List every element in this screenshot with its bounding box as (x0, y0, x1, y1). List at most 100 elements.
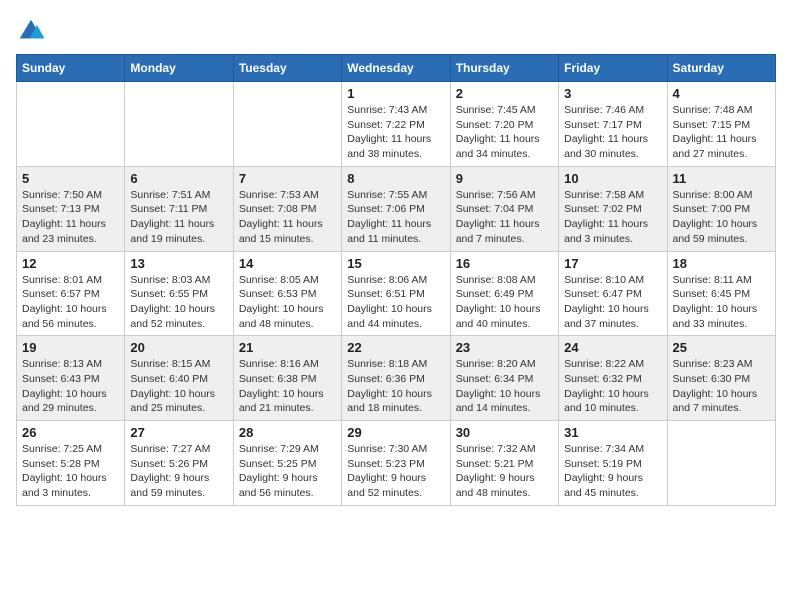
day-info: Sunrise: 7:45 AM Sunset: 7:20 PM Dayligh… (456, 103, 553, 162)
day-number: 20 (130, 340, 227, 355)
day-info: Sunrise: 7:50 AM Sunset: 7:13 PM Dayligh… (22, 188, 119, 247)
day-number: 1 (347, 86, 444, 101)
day-info: Sunrise: 8:16 AM Sunset: 6:38 PM Dayligh… (239, 357, 336, 416)
day-number: 19 (22, 340, 119, 355)
calendar-cell: 1 Sunrise: 7:43 AM Sunset: 7:22 PM Daylig… (342, 82, 450, 167)
day-number: 9 (456, 171, 553, 186)
calendar-cell: 22 Sunrise: 8:18 AM Sunset: 6:36 PM Dayli… (342, 336, 450, 421)
day-number: 23 (456, 340, 553, 355)
day-info: Sunrise: 7:46 AM Sunset: 7:17 PM Dayligh… (564, 103, 661, 162)
calendar-cell: 31Sunrise: 7:34 AM Sunset: 5:19 PM Dayli… (559, 421, 667, 506)
day-info: Sunrise: 7:53 AM Sunset: 7:08 PM Dayligh… (239, 188, 336, 247)
day-info: Sunrise: 8:10 AM Sunset: 6:47 PM Dayligh… (564, 273, 661, 332)
calendar-cell (233, 82, 341, 167)
day-number: 10 (564, 171, 661, 186)
calendar-week-row: 1 Sunrise: 7:43 AM Sunset: 7:22 PM Daylig… (17, 82, 776, 167)
calendar-cell: 8Sunrise: 7:55 AM Sunset: 7:06 PM Daylig… (342, 166, 450, 251)
day-info: Sunrise: 8:06 AM Sunset: 6:51 PM Dayligh… (347, 273, 444, 332)
day-info: Sunrise: 7:58 AM Sunset: 7:02 PM Dayligh… (564, 188, 661, 247)
day-info: Sunrise: 8:15 AM Sunset: 6:40 PM Dayligh… (130, 357, 227, 416)
calendar-week-row: 19 Sunrise: 8:13 AM Sunset: 6:43 PM Dayli… (17, 336, 776, 421)
day-of-week-thursday: Thursday (450, 55, 558, 82)
calendar-cell: 20 Sunrise: 8:15 AM Sunset: 6:40 PM Dayli… (125, 336, 233, 421)
calendar-cell: 9 Sunrise: 7:56 AM Sunset: 7:04 PM Daylig… (450, 166, 558, 251)
calendar-cell: 2 Sunrise: 7:45 AM Sunset: 7:20 PM Daylig… (450, 82, 558, 167)
day-number: 17 (564, 256, 661, 271)
calendar-cell (17, 82, 125, 167)
calendar-cell: 17 Sunrise: 8:10 AM Sunset: 6:47 PM Dayli… (559, 251, 667, 336)
day-info: Sunrise: 8:20 AM Sunset: 6:34 PM Dayligh… (456, 357, 553, 416)
day-info: Sunrise: 7:29 AM Sunset: 5:25 PM Dayligh… (239, 442, 336, 501)
day-number: 3 (564, 86, 661, 101)
calendar-cell: 10 Sunrise: 7:58 AM Sunset: 7:02 PM Dayli… (559, 166, 667, 251)
calendar-cell: 24 Sunrise: 8:22 AM Sunset: 6:32 PM Dayli… (559, 336, 667, 421)
day-number: 7 (239, 171, 336, 186)
day-number: 21 (239, 340, 336, 355)
day-number: 12 (22, 256, 119, 271)
calendar-cell (667, 421, 775, 506)
calendar-cell: 26Sunrise: 7:25 AM Sunset: 5:28 PM Dayli… (17, 421, 125, 506)
logo (16, 16, 50, 46)
calendar-header-row: SundayMondayTuesdayWednesdayThursdayFrid… (17, 55, 776, 82)
calendar-cell (125, 82, 233, 167)
day-info: Sunrise: 7:27 AM Sunset: 5:26 PM Dayligh… (130, 442, 227, 501)
day-info: Sunrise: 7:30 AM Sunset: 5:23 PM Dayligh… (347, 442, 444, 501)
day-of-week-wednesday: Wednesday (342, 55, 450, 82)
calendar-cell: 21 Sunrise: 8:16 AM Sunset: 6:38 PM Dayli… (233, 336, 341, 421)
calendar-cell: 15 Sunrise: 8:06 AM Sunset: 6:51 PM Dayli… (342, 251, 450, 336)
day-number: 15 (347, 256, 444, 271)
day-number: 4 (673, 86, 770, 101)
day-number: 30 (456, 425, 553, 440)
day-number: 26 (22, 425, 119, 440)
calendar-cell: 18Sunrise: 8:11 AM Sunset: 6:45 PM Dayli… (667, 251, 775, 336)
day-info: Sunrise: 7:51 AM Sunset: 7:11 PM Dayligh… (130, 188, 227, 247)
calendar-cell: 4 Sunrise: 7:48 AM Sunset: 7:15 PM Daylig… (667, 82, 775, 167)
day-info: Sunrise: 8:22 AM Sunset: 6:32 PM Dayligh… (564, 357, 661, 416)
day-info: Sunrise: 8:01 AM Sunset: 6:57 PM Dayligh… (22, 273, 119, 332)
day-info: Sunrise: 7:48 AM Sunset: 7:15 PM Dayligh… (673, 103, 770, 162)
day-info: Sunrise: 8:13 AM Sunset: 6:43 PM Dayligh… (22, 357, 119, 416)
day-info: Sunrise: 7:56 AM Sunset: 7:04 PM Dayligh… (456, 188, 553, 247)
day-number: 14 (239, 256, 336, 271)
day-info: Sunrise: 8:11 AM Sunset: 6:45 PM Dayligh… (673, 273, 770, 332)
calendar-week-row: 5Sunrise: 7:50 AM Sunset: 7:13 PM Daylig… (17, 166, 776, 251)
day-number: 24 (564, 340, 661, 355)
day-info: Sunrise: 8:08 AM Sunset: 6:49 PM Dayligh… (456, 273, 553, 332)
calendar-cell: 30 Sunrise: 7:32 AM Sunset: 5:21 PM Dayli… (450, 421, 558, 506)
day-number: 25 (673, 340, 770, 355)
calendar-cell: 23 Sunrise: 8:20 AM Sunset: 6:34 PM Dayli… (450, 336, 558, 421)
calendar-cell: 16Sunrise: 8:08 AM Sunset: 6:49 PM Dayli… (450, 251, 558, 336)
day-number: 22 (347, 340, 444, 355)
day-info: Sunrise: 8:03 AM Sunset: 6:55 PM Dayligh… (130, 273, 227, 332)
calendar-cell: 28 Sunrise: 7:29 AM Sunset: 5:25 PM Dayli… (233, 421, 341, 506)
day-of-week-friday: Friday (559, 55, 667, 82)
calendar-cell: 6Sunrise: 7:51 AM Sunset: 7:11 PM Daylig… (125, 166, 233, 251)
day-info: Sunrise: 8:18 AM Sunset: 6:36 PM Dayligh… (347, 357, 444, 416)
calendar-cell: 3 Sunrise: 7:46 AM Sunset: 7:17 PM Daylig… (559, 82, 667, 167)
day-number: 27 (130, 425, 227, 440)
day-number: 11 (673, 171, 770, 186)
day-info: Sunrise: 7:55 AM Sunset: 7:06 PM Dayligh… (347, 188, 444, 247)
day-number: 29 (347, 425, 444, 440)
day-info: Sunrise: 8:00 AM Sunset: 7:00 PM Dayligh… (673, 188, 770, 247)
calendar-cell: 13 Sunrise: 8:03 AM Sunset: 6:55 PM Dayli… (125, 251, 233, 336)
calendar-cell: 5Sunrise: 7:50 AM Sunset: 7:13 PM Daylig… (17, 166, 125, 251)
day-info: Sunrise: 8:05 AM Sunset: 6:53 PM Dayligh… (239, 273, 336, 332)
calendar-week-row: 12 Sunrise: 8:01 AM Sunset: 6:57 PM Dayli… (17, 251, 776, 336)
calendar-cell: 11 Sunrise: 8:00 AM Sunset: 7:00 PM Dayli… (667, 166, 775, 251)
day-info: Sunrise: 8:23 AM Sunset: 6:30 PM Dayligh… (673, 357, 770, 416)
calendar-week-row: 26Sunrise: 7:25 AM Sunset: 5:28 PM Dayli… (17, 421, 776, 506)
day-of-week-monday: Monday (125, 55, 233, 82)
day-of-week-saturday: Saturday (667, 55, 775, 82)
day-number: 28 (239, 425, 336, 440)
day-number: 13 (130, 256, 227, 271)
calendar-cell: 19 Sunrise: 8:13 AM Sunset: 6:43 PM Dayli… (17, 336, 125, 421)
day-number: 2 (456, 86, 553, 101)
day-of-week-sunday: Sunday (17, 55, 125, 82)
day-info: Sunrise: 7:32 AM Sunset: 5:21 PM Dayligh… (456, 442, 553, 501)
calendar-cell: 29 Sunrise: 7:30 AM Sunset: 5:23 PM Dayli… (342, 421, 450, 506)
day-info: Sunrise: 7:43 AM Sunset: 7:22 PM Dayligh… (347, 103, 444, 162)
calendar-cell: 12 Sunrise: 8:01 AM Sunset: 6:57 PM Dayli… (17, 251, 125, 336)
calendar-table: SundayMondayTuesdayWednesdayThursdayFrid… (16, 54, 776, 506)
day-of-week-tuesday: Tuesday (233, 55, 341, 82)
